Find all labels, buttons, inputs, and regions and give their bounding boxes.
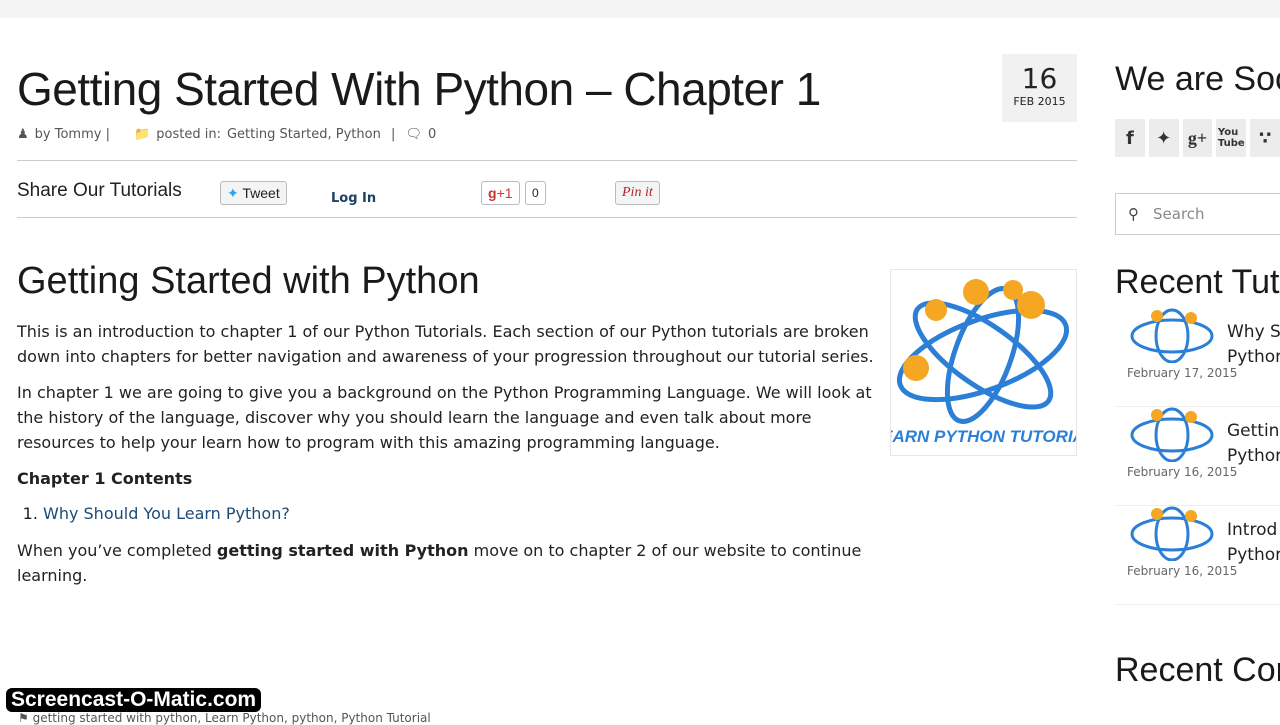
separator: | <box>390 127 396 142</box>
gplus-label: +1 <box>496 185 513 201</box>
folder-icon: 📁 <box>134 127 151 142</box>
search-placeholder: Search <box>1153 205 1205 223</box>
divider <box>17 217 1077 218</box>
login-link[interactable]: Log In <box>331 191 376 206</box>
bold-text: getting started with Python <box>216 541 469 560</box>
watermark: Screencast-O-Matic.com <box>6 688 262 712</box>
date-month: FEB 2015 <box>1013 95 1066 108</box>
gplus-count: 0 <box>525 181 546 205</box>
atom-logo-icon: LEARN PYTHON TUTORIAL <box>871 279 1095 446</box>
divider <box>17 160 1077 161</box>
rss-icon[interactable]: ∵ <box>1250 119 1280 157</box>
recent-heading: Recent Tut <box>1115 263 1280 301</box>
recent-post[interactable]: Gettin Pythor February 16, 2015 <box>1115 407 1280 506</box>
tag-icon: ⚑ <box>18 711 29 725</box>
social-icons: f ✦ g+ You Tube ∵ <box>1115 119 1280 157</box>
youtube-icon[interactable]: You Tube <box>1216 119 1247 157</box>
comment-count[interactable]: 0 <box>428 127 436 142</box>
content-heading: Getting Started with Python <box>17 260 480 302</box>
twitter-icon: ✦ <box>227 185 239 201</box>
gplus-button[interactable]: g+1 <box>481 181 520 205</box>
search-icon: ⚲ <box>1128 205 1139 223</box>
text: When you’ve completed <box>17 541 217 560</box>
contents-heading: Chapter 1 Contents <box>17 469 193 488</box>
comments-heading: Recent Cor <box>1115 651 1280 689</box>
post-body: This is an introduction to chapter 1 of … <box>17 319 877 599</box>
google-plus-icon[interactable]: g+ <box>1182 119 1213 157</box>
post-meta: ♟ by Tommy | 📁 posted in: Getting Started, … <box>17 127 442 142</box>
share-label: Share Our Tutorials <box>17 180 182 201</box>
contents-list: Why Should You Learn Python? <box>43 501 877 526</box>
sidebar: We are Soc f ✦ g+ You Tube ∵ ⚲ Search Rece… <box>1115 60 1280 690</box>
post-date: February 17, 2015 <box>1127 366 1238 380</box>
search-input[interactable]: ⚲ Search <box>1115 193 1280 235</box>
recent-posts: Why S Pythor February 17, 2015 Gettin Pytho… <box>1115 308 1280 605</box>
svg-text:LEARN PYTHON TUTORIAL: LEARN PYTHON TUTORIAL <box>891 427 1076 446</box>
author-link[interactable]: by Tommy | <box>35 127 110 142</box>
tweet-button[interactable]: ✦ Tweet <box>220 181 287 205</box>
closing-paragraph: When you’ve completed getting started wi… <box>17 538 877 588</box>
browser-top-bar <box>0 0 1280 18</box>
date-day: 16 <box>1021 62 1058 95</box>
list-item: Why Should You Learn Python? <box>43 501 877 526</box>
learn-python-logo: LEARN PYTHON TUTORIAL <box>871 269 1095 456</box>
user-icon: ♟ <box>17 127 29 142</box>
facebook-icon[interactable]: f <box>1115 119 1145 157</box>
social-heading: We are Soc <box>1115 60 1280 98</box>
pinit-button[interactable]: Pin it <box>615 181 660 205</box>
thumbnail-icon <box>1130 506 1214 561</box>
posted-in-label: posted in: <box>156 127 221 142</box>
chapter-paragraph: In chapter 1 we are going to give you a … <box>17 383 872 452</box>
share-bar: Share Our Tutorials ✦ Tweet Log In g+1 0… <box>17 178 1077 214</box>
post-date: February 16, 2015 <box>1127 564 1238 578</box>
recent-post[interactable]: Introd Pythor February 16, 2015 <box>1115 506 1280 605</box>
post-title: Why S Pythor <box>1227 322 1280 367</box>
categories-link[interactable]: Getting Started, Python <box>227 127 381 142</box>
comment-icon: 🗨 <box>405 127 423 142</box>
tweet-label: Tweet <box>242 185 280 201</box>
thumbnail-icon <box>1130 308 1214 363</box>
post-title: Getting Started With Python – Chapter 1 <box>17 63 821 115</box>
post-title: Introd Pythor <box>1227 520 1280 565</box>
recent-post[interactable]: Why S Pythor February 17, 2015 <box>1115 308 1280 407</box>
post-date: February 16, 2015 <box>1127 465 1238 479</box>
date-badge: 16 FEB 2015 <box>1002 54 1077 122</box>
post-tags[interactable]: ⚑ getting started with python, Learn Pyt… <box>18 711 431 725</box>
twitter-icon[interactable]: ✦ <box>1148 119 1179 157</box>
post-title: Gettin Pythor <box>1227 421 1280 466</box>
contents-link[interactable]: Why Should You Learn Python? <box>43 504 290 523</box>
tags-text: getting started with python, Learn Pytho… <box>32 711 431 725</box>
intro-paragraph: This is an introduction to chapter 1 of … <box>17 322 874 366</box>
thumbnail-icon <box>1130 407 1214 462</box>
